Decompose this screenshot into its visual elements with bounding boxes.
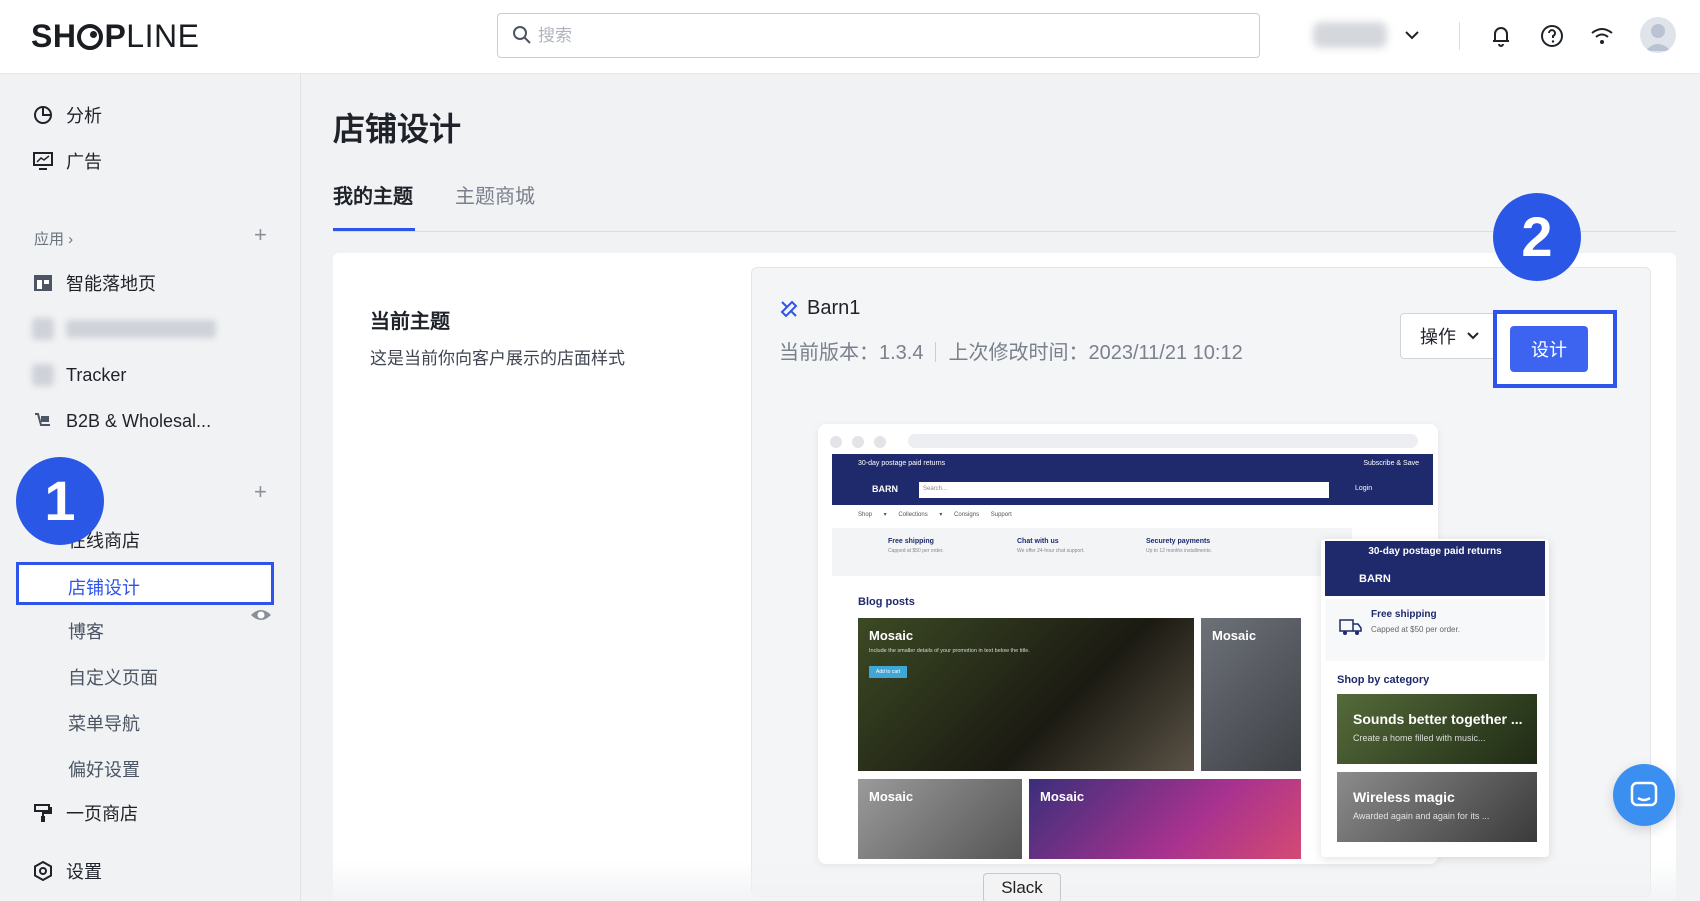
sidebar-item-label: 分析 xyxy=(66,106,102,126)
chat-launcher-button[interactable] xyxy=(1613,764,1675,826)
preview-search: Search... xyxy=(919,482,1329,498)
preview-blog-tile: Mosaic xyxy=(858,779,1022,859)
current-theme-description: 这是当前你向客户展示的店面样式 xyxy=(370,349,625,368)
mobile-brand: BARN xyxy=(1359,573,1391,585)
blurred-label xyxy=(66,320,216,338)
mobile-category-title: Shop by category xyxy=(1337,674,1430,686)
mobile-category-tile: Wireless magic Awarded again and again fo… xyxy=(1337,772,1537,842)
sidebar-subitem-blog[interactable]: 博客 xyxy=(68,618,104,644)
pie-chart-icon xyxy=(34,106,52,124)
add-app-icon[interactable]: + xyxy=(254,222,267,248)
store-name-blurred[interactable] xyxy=(1313,22,1387,48)
sidebar-item-label: 设置 xyxy=(66,862,102,882)
preview-blog-tile: Mosaic Include the smaller details of you… xyxy=(858,618,1194,771)
sidebar-item-ads[interactable]: 广告 xyxy=(32,146,102,176)
tab-my-themes[interactable]: 我的主题 xyxy=(333,180,415,231)
sidebar-item-analytics[interactable]: 分析 xyxy=(32,100,102,130)
theme-meta: 当前版本：1.3.4 上次修改时间：2023/11/21 10:12 xyxy=(779,336,1243,365)
design-button[interactable]: 设计 xyxy=(1510,326,1588,372)
sidebar-item-label: B2B & Wholesal... xyxy=(66,410,212,431)
eye-icon[interactable] xyxy=(250,604,272,626)
theme-design-icon xyxy=(780,300,798,317)
preview-announcement-bar: 30-day postage paid returns Subscribe & … xyxy=(832,454,1433,475)
truck-icon xyxy=(1339,619,1362,635)
sidebar-item-label: 智能落地页 xyxy=(66,274,156,294)
search-input[interactable] xyxy=(538,14,1238,57)
sidebar-item-label: 一页商店 xyxy=(66,804,138,824)
sidebar-subitem-store-design[interactable]: 店铺设计 xyxy=(16,562,274,605)
mobile-category-tile: Sounds better together ... Create a home … xyxy=(1337,694,1537,764)
help-icon[interactable] xyxy=(1538,22,1566,50)
monitor-icon xyxy=(33,152,53,170)
sidebar-item-b2b[interactable]: B2B & Wholesal... xyxy=(32,406,211,436)
current-theme-title: 当前主题 xyxy=(370,311,450,333)
actions-dropdown[interactable]: 操作 xyxy=(1400,313,1500,359)
step-badge-1: 1 xyxy=(16,457,104,545)
theme-modified: 上次修改时间：2023/11/21 10:12 xyxy=(948,342,1243,364)
window-dots xyxy=(830,436,886,448)
sidebar-item-label: 广告 xyxy=(66,152,102,172)
top-bar: SH PLINE xyxy=(0,0,1700,74)
sidebar-item-one-page[interactable]: 一页商店 xyxy=(32,798,138,828)
layout-icon xyxy=(34,275,52,291)
sidebar-item-settings[interactable]: 设置 xyxy=(32,856,102,886)
add-channel-icon[interactable]: + xyxy=(254,479,267,505)
theme-version: 当前版本：1.3.4 xyxy=(779,342,924,364)
mobile-header: BARN xyxy=(1325,563,1545,596)
wifi-icon[interactable] xyxy=(1588,22,1616,50)
mobile-shipping: Free shipping Capped at $50 per order. xyxy=(1325,599,1545,661)
app-icon xyxy=(32,318,54,340)
search-icon xyxy=(513,26,531,44)
chat-icon xyxy=(1630,781,1658,807)
sidebar-subitem-menu-nav[interactable]: 菜单导航 xyxy=(68,710,140,736)
theme-preview-mobile: 30-day postage paid returns BARN Free sh… xyxy=(1321,539,1549,857)
tab-theme-store[interactable]: 主题商城 xyxy=(455,180,535,209)
preview-login: Login xyxy=(1355,485,1373,492)
sidebar-item-landing[interactable]: 智能落地页 xyxy=(32,268,156,298)
search-box[interactable] xyxy=(497,13,1260,58)
step-badge-2: 2 xyxy=(1493,193,1581,281)
mobile-announcement: 30-day postage paid returns xyxy=(1325,541,1545,563)
sidebar-item-label: Tracker xyxy=(66,364,127,385)
sidebar-item-tracker[interactable]: Tracker xyxy=(32,360,126,390)
apps-section-header[interactable]: 应用 › xyxy=(34,228,73,249)
sidebar-item-blurred[interactable] xyxy=(32,314,216,344)
cart-icon xyxy=(35,413,50,426)
bell-icon[interactable] xyxy=(1487,22,1515,50)
theme-name: Barn1 xyxy=(779,297,860,320)
app-icon xyxy=(32,364,54,386)
user-avatar[interactable] xyxy=(1640,17,1676,53)
sidebar-subitem-preferences[interactable]: 偏好设置 xyxy=(68,756,140,782)
preview-brand: BARN xyxy=(872,484,898,494)
preview-blog-tile: Mosaic xyxy=(1029,779,1301,859)
url-bar xyxy=(908,434,1418,448)
chevron-down-icon[interactable] xyxy=(1403,26,1421,44)
shopline-logo[interactable]: SH PLINE xyxy=(31,18,199,55)
divider xyxy=(1459,22,1460,50)
preview-blog-tile: Mosaic xyxy=(1201,618,1301,771)
theme-tabs: 我的主题 主题商城 xyxy=(333,180,1676,232)
gear-icon xyxy=(34,860,52,882)
preview-blog-title: Blog posts xyxy=(858,596,915,608)
preview-header: BARN Search... Login xyxy=(832,475,1433,505)
page-title: 店铺设计 xyxy=(333,111,462,147)
preview-menu: Shop ▾ Collections ▾ Consigns Support xyxy=(858,512,1012,518)
paint-roller-icon xyxy=(34,804,52,822)
sidebar-subitem-custom-pages[interactable]: 自定义页面 xyxy=(68,664,158,690)
preview-features: Free shipping Capped at $50 per order. Ch… xyxy=(832,528,1352,576)
chevron-down-icon xyxy=(1467,332,1479,340)
slack-tooltip: Slack xyxy=(983,873,1061,901)
